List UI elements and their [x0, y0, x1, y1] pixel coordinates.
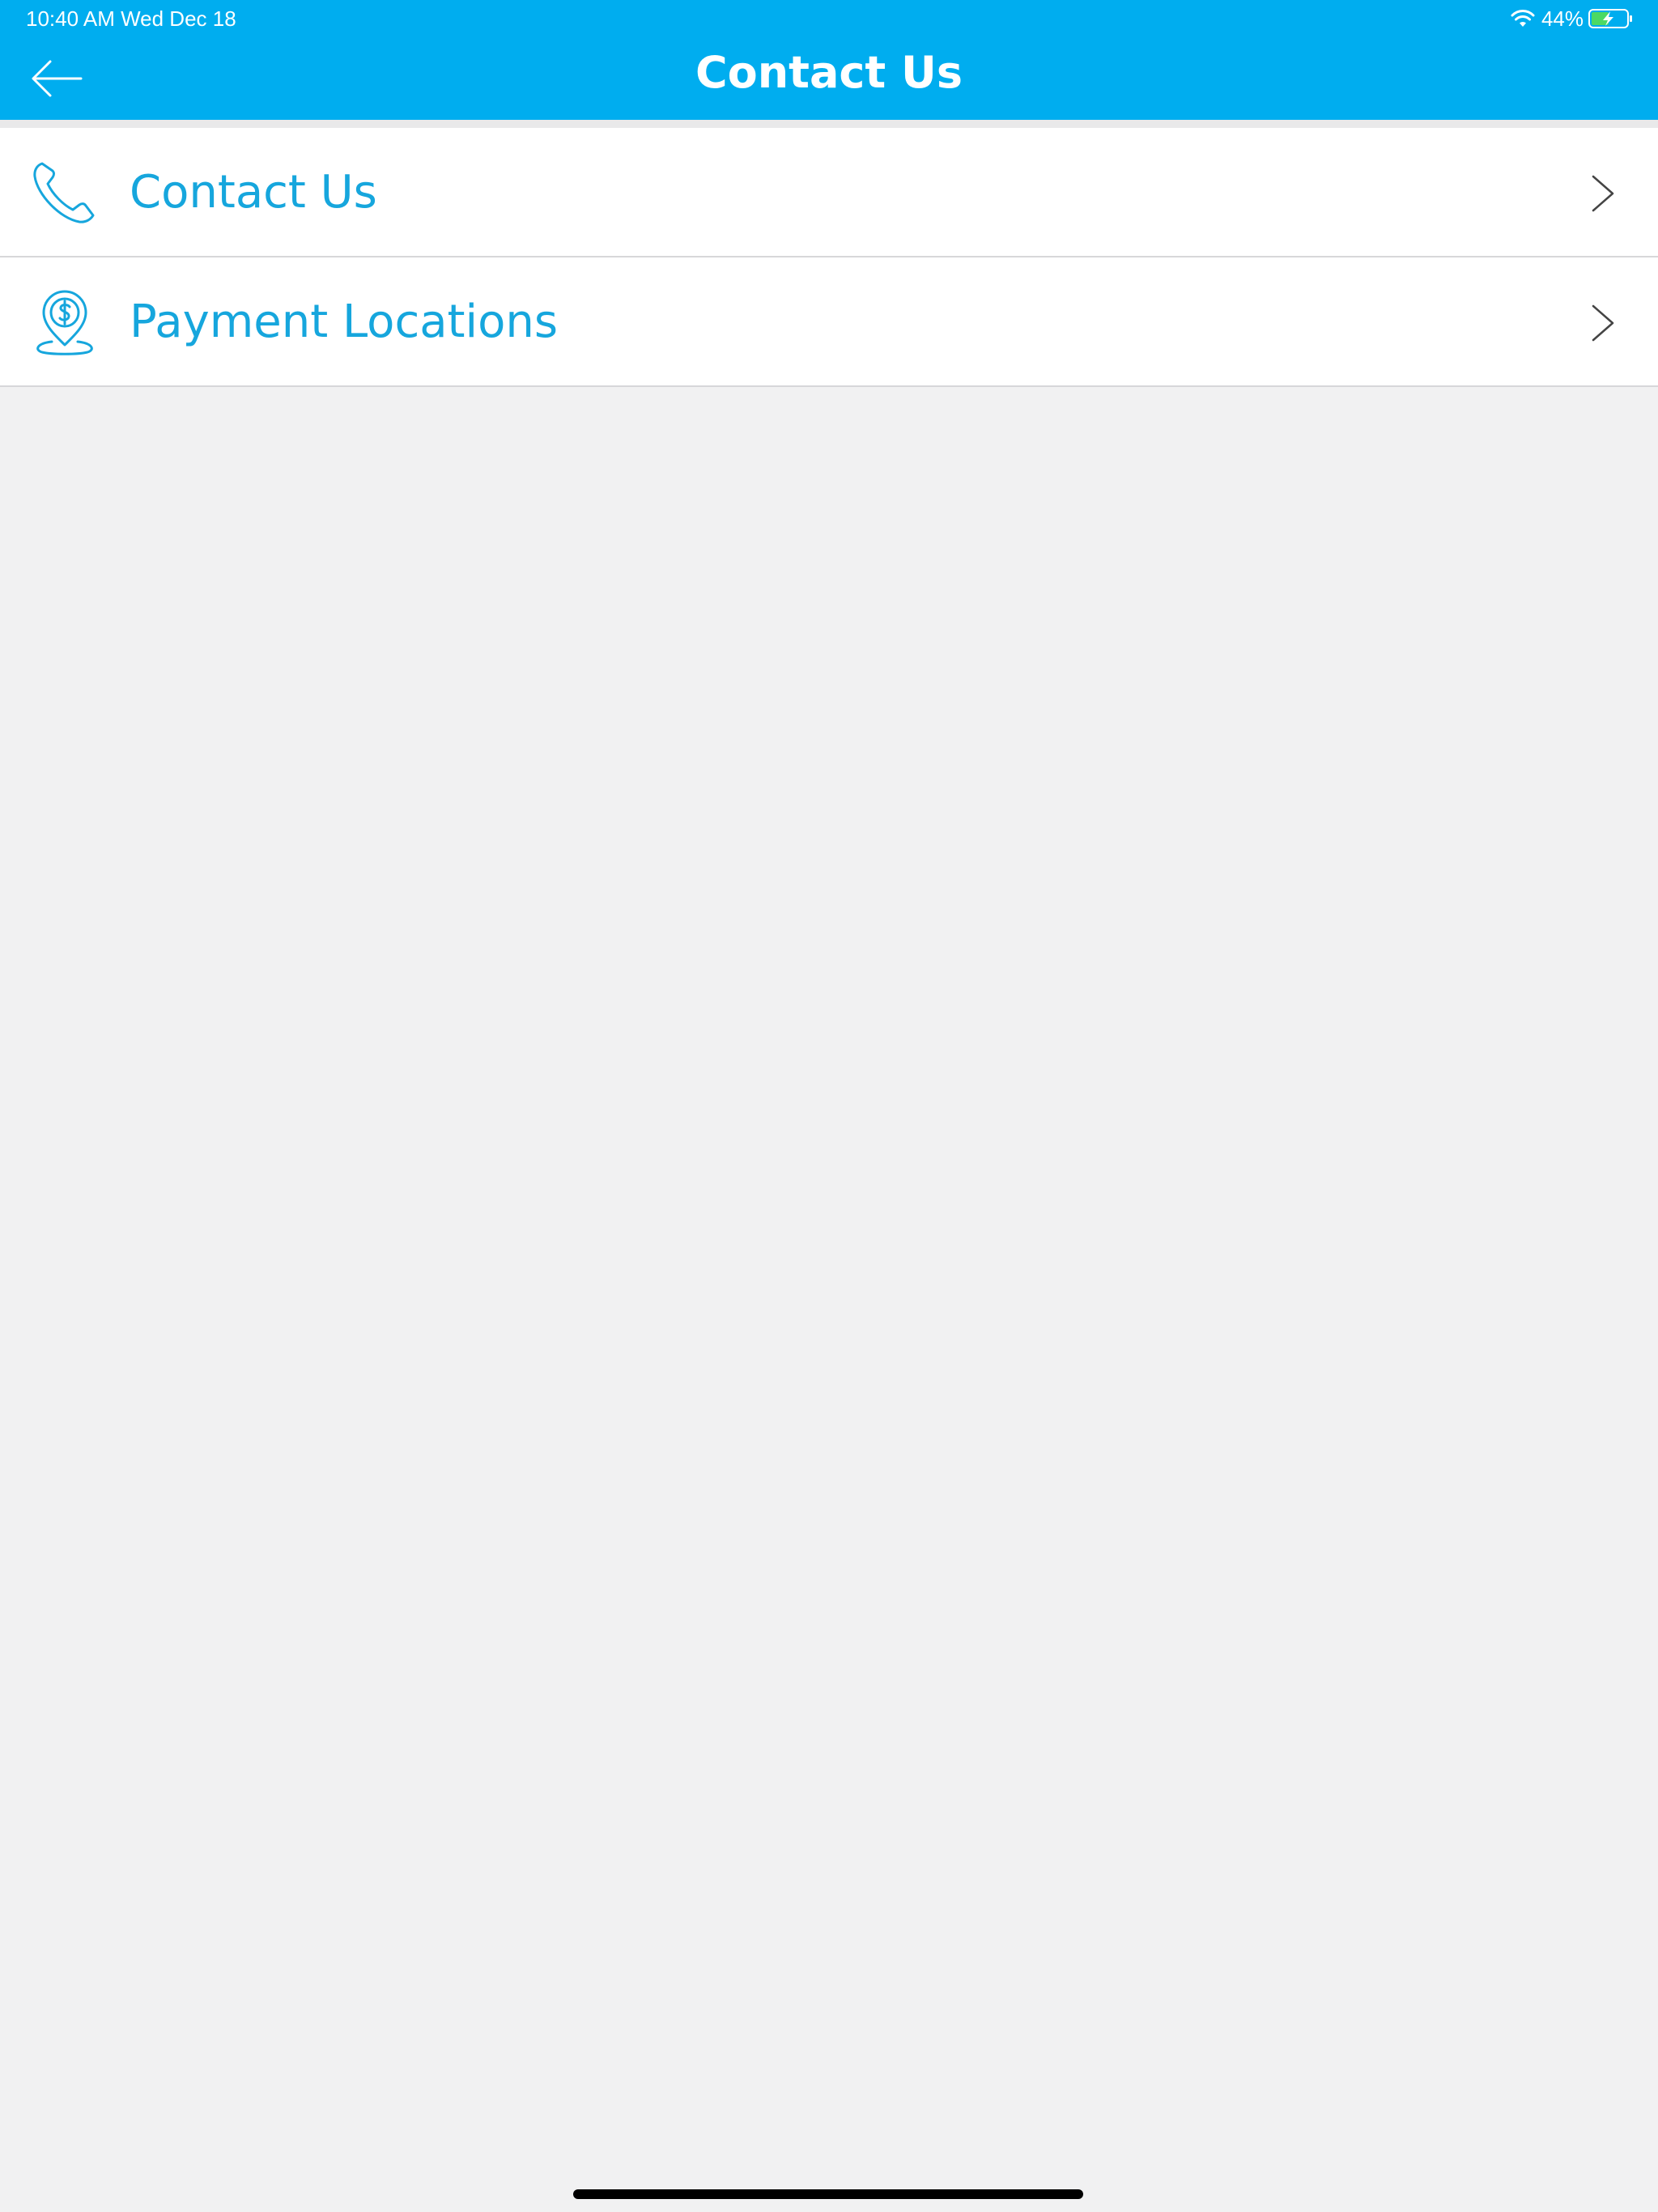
menu-item-payment-locations[interactable]: Payment Locations — [0, 257, 1658, 387]
chevron-right-icon — [1592, 175, 1614, 212]
battery-percent: 44% — [1541, 6, 1584, 31]
battery-charging-icon — [1588, 9, 1632, 28]
app-header: 10:40 AM Wed Dec 18 44% Contact Us — [0, 0, 1658, 120]
menu-item-label: Contact Us — [130, 166, 377, 219]
chevron-right-icon — [1592, 304, 1614, 342]
wifi-icon — [1511, 10, 1535, 27]
phone-icon — [33, 162, 95, 223]
page-title: Contact Us — [695, 47, 963, 98]
menu-item-contact-us[interactable]: Contact Us — [0, 128, 1658, 257]
status-time: 10:40 AM Wed Dec 18 — [26, 6, 236, 31]
menu-list: Contact Us Payment Locations — [0, 128, 1658, 387]
menu-item-label: Payment Locations — [130, 296, 558, 348]
location-dollar-icon — [36, 290, 93, 355]
home-indicator[interactable] — [573, 2189, 1083, 2199]
status-indicators: 44% — [1511, 5, 1634, 32]
header-divider — [0, 120, 1658, 128]
